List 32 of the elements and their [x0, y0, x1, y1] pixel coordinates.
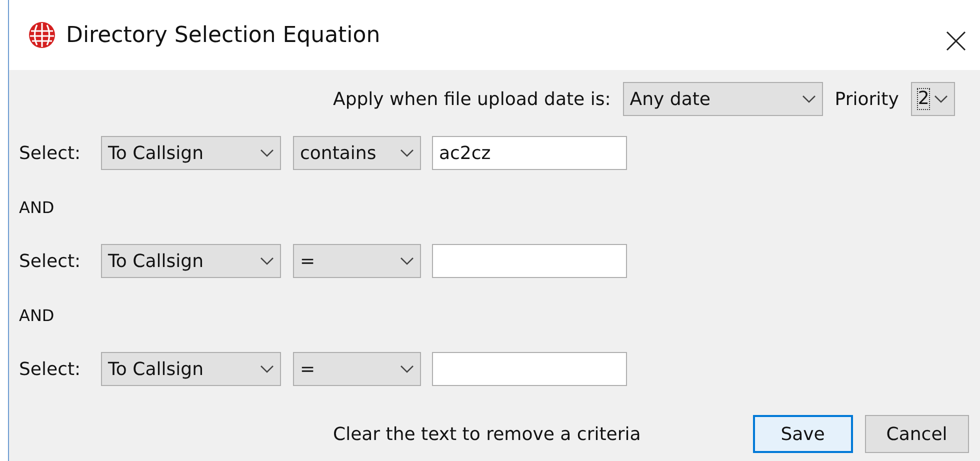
- chevron-down-icon: [400, 149, 414, 157]
- field-dropdown[interactable]: To Callsign: [101, 244, 281, 278]
- select-label: Select:: [19, 250, 82, 272]
- select-label: Select:: [19, 142, 82, 164]
- value-field[interactable]: [432, 244, 627, 278]
- date-filter-label: Apply when file upload date is:: [333, 88, 611, 110]
- chevron-down-icon: [260, 257, 274, 265]
- priority-label: Priority: [834, 88, 899, 110]
- cancel-button[interactable]: Cancel: [864, 415, 969, 453]
- hint-text: Clear the text to remove a criteria: [333, 424, 641, 444]
- and-label: AND: [19, 306, 54, 326]
- chevron-down-icon: [802, 95, 816, 103]
- operator-dropdown[interactable]: =: [293, 352, 421, 386]
- and-label: AND: [19, 198, 54, 218]
- save-button[interactable]: Save: [752, 415, 853, 453]
- chevron-down-icon: [934, 95, 948, 103]
- select-label: Select:: [19, 358, 82, 380]
- priority-dropdown[interactable]: 2: [910, 82, 955, 116]
- field-dropdown[interactable]: To Callsign: [101, 352, 281, 386]
- chevron-down-icon: [260, 149, 274, 157]
- chevron-down-icon: [260, 365, 274, 373]
- value-field[interactable]: ac2cz: [432, 136, 627, 170]
- window-title: Directory Selection Equation: [66, 22, 380, 48]
- close-icon[interactable]: [946, 31, 966, 51]
- operator-dropdown[interactable]: contains: [293, 136, 421, 170]
- globe-icon: [28, 21, 56, 49]
- value-field[interactable]: [432, 352, 627, 386]
- chevron-down-icon: [400, 365, 414, 373]
- operator-dropdown[interactable]: =: [293, 244, 421, 278]
- field-dropdown[interactable]: To Callsign: [101, 136, 281, 170]
- date-dropdown[interactable]: Any date: [622, 82, 823, 116]
- chevron-down-icon: [400, 257, 414, 265]
